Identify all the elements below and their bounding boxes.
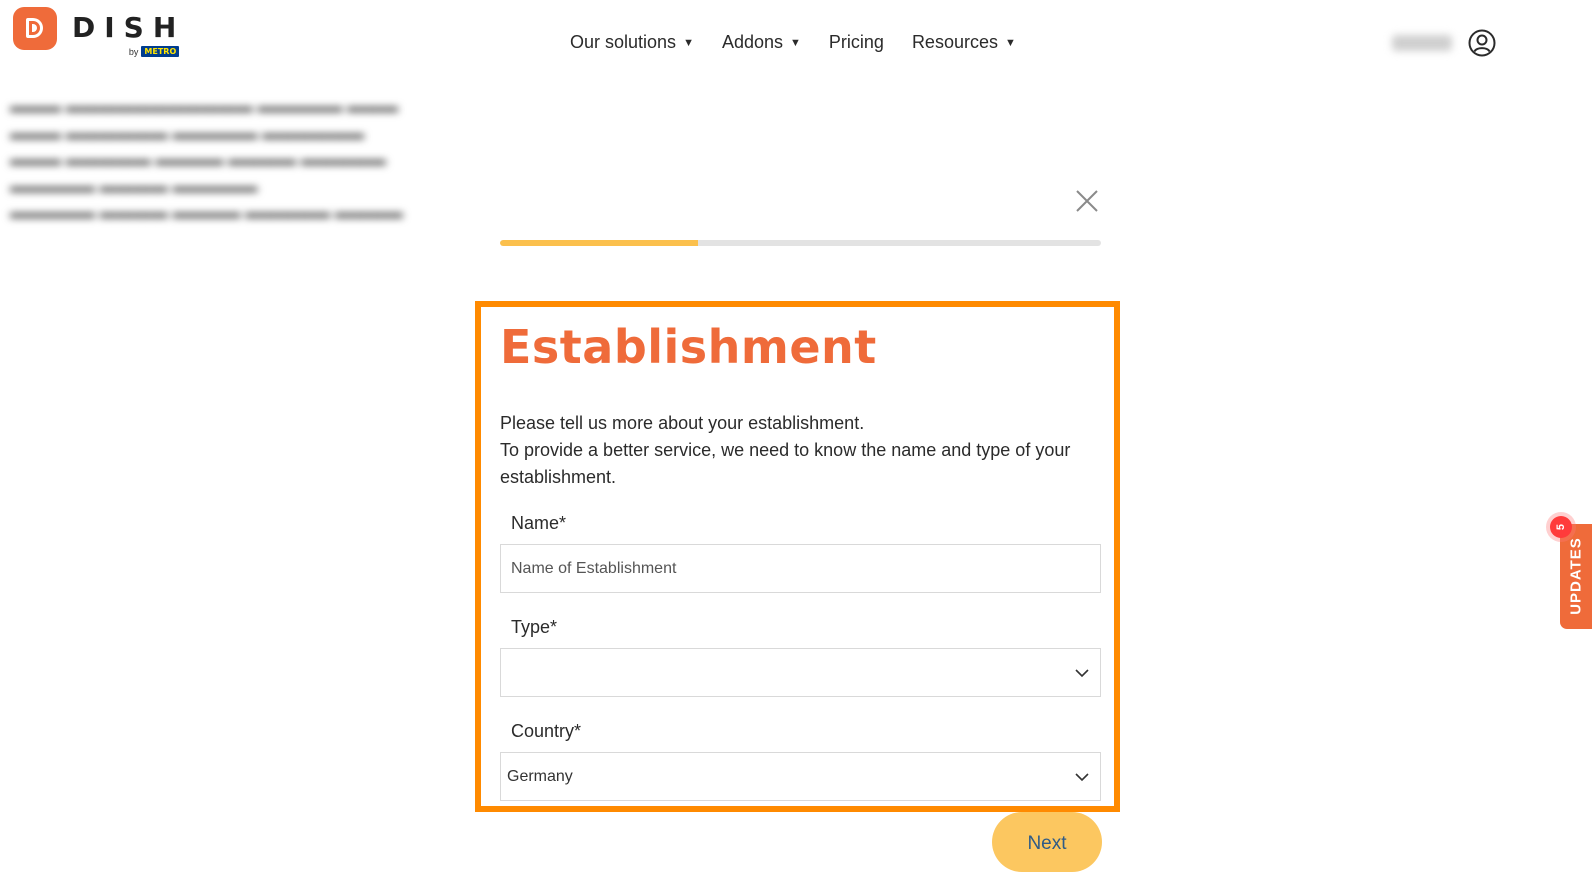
user-name-blurred[interactable]: [1392, 35, 1452, 51]
close-icon[interactable]: [1074, 188, 1100, 214]
caret-down-icon: ▼: [1004, 36, 1016, 49]
dish-logo-icon: [13, 7, 57, 50]
dish-logo[interactable]: DISH by METRO: [13, 7, 185, 57]
form-title: Establishment: [500, 320, 877, 374]
next-button[interactable]: Next: [992, 812, 1102, 872]
chevron-down-icon: [1075, 773, 1089, 782]
logo-text: DISH by METRO: [72, 7, 185, 57]
progress-bar: [500, 240, 1101, 246]
type-select[interactable]: [500, 648, 1101, 697]
nav-item-label: Our solutions: [570, 32, 677, 52]
country-select[interactable]: Germany: [500, 752, 1101, 801]
nav-item-label: Resources: [911, 32, 998, 52]
updates-badge-count: 5: [1555, 523, 1567, 531]
nav-addons[interactable]: Addons ▼: [722, 32, 801, 53]
main-nav: Our solutions ▼ Addons ▼ Pricing Resourc…: [570, 32, 1044, 53]
brand-byline: by METRO: [72, 46, 180, 57]
name-input[interactable]: [501, 545, 1100, 592]
caret-down-icon: ▼: [790, 36, 801, 49]
type-label: Type*: [511, 617, 558, 637]
nav-resources[interactable]: Resources ▼: [912, 32, 1016, 53]
desc-line: Please tell us more about your establish…: [500, 413, 865, 433]
brand-by: by: [128, 46, 139, 57]
desc-line: To provide a better service, we need to …: [500, 440, 1071, 487]
brand-name: DISH: [72, 11, 186, 44]
chevron-down-icon: [1075, 669, 1089, 678]
updates-tab[interactable]: UPDATES: [1560, 524, 1592, 629]
user-circle-icon[interactable]: [1468, 29, 1496, 57]
form-description: Please tell us more about your establish…: [500, 410, 1101, 491]
establishment-form: Establishment Please tell us more about …: [500, 318, 1101, 801]
country-select-value: Germany: [507, 767, 573, 785]
name-label: Name*: [511, 513, 567, 533]
nav-pricing[interactable]: Pricing: [829, 32, 884, 53]
updates-label: UPDATES: [1567, 537, 1585, 615]
progress-fill: [500, 240, 699, 246]
updates-badge[interactable]: 5: [1550, 516, 1572, 538]
account-info-blurred: ▬▬▬ ▬▬▬▬▬▬▬▬▬▬▬ ▬▬▬▬▬ ▬▬▬ ▬▬▬ ▬▬▬▬▬▬ ▬▬▬…: [10, 97, 403, 222]
metro-logo: METRO: [141, 46, 180, 57]
nav-our-solutions[interactable]: Our solutions ▼: [570, 32, 694, 53]
caret-down-icon: ▼: [683, 36, 694, 49]
country-label: Country*: [511, 721, 582, 741]
nav-item-label: Addons: [721, 32, 784, 52]
nav-item-label: Pricing: [828, 32, 884, 52]
name-field[interactable]: [500, 544, 1101, 593]
